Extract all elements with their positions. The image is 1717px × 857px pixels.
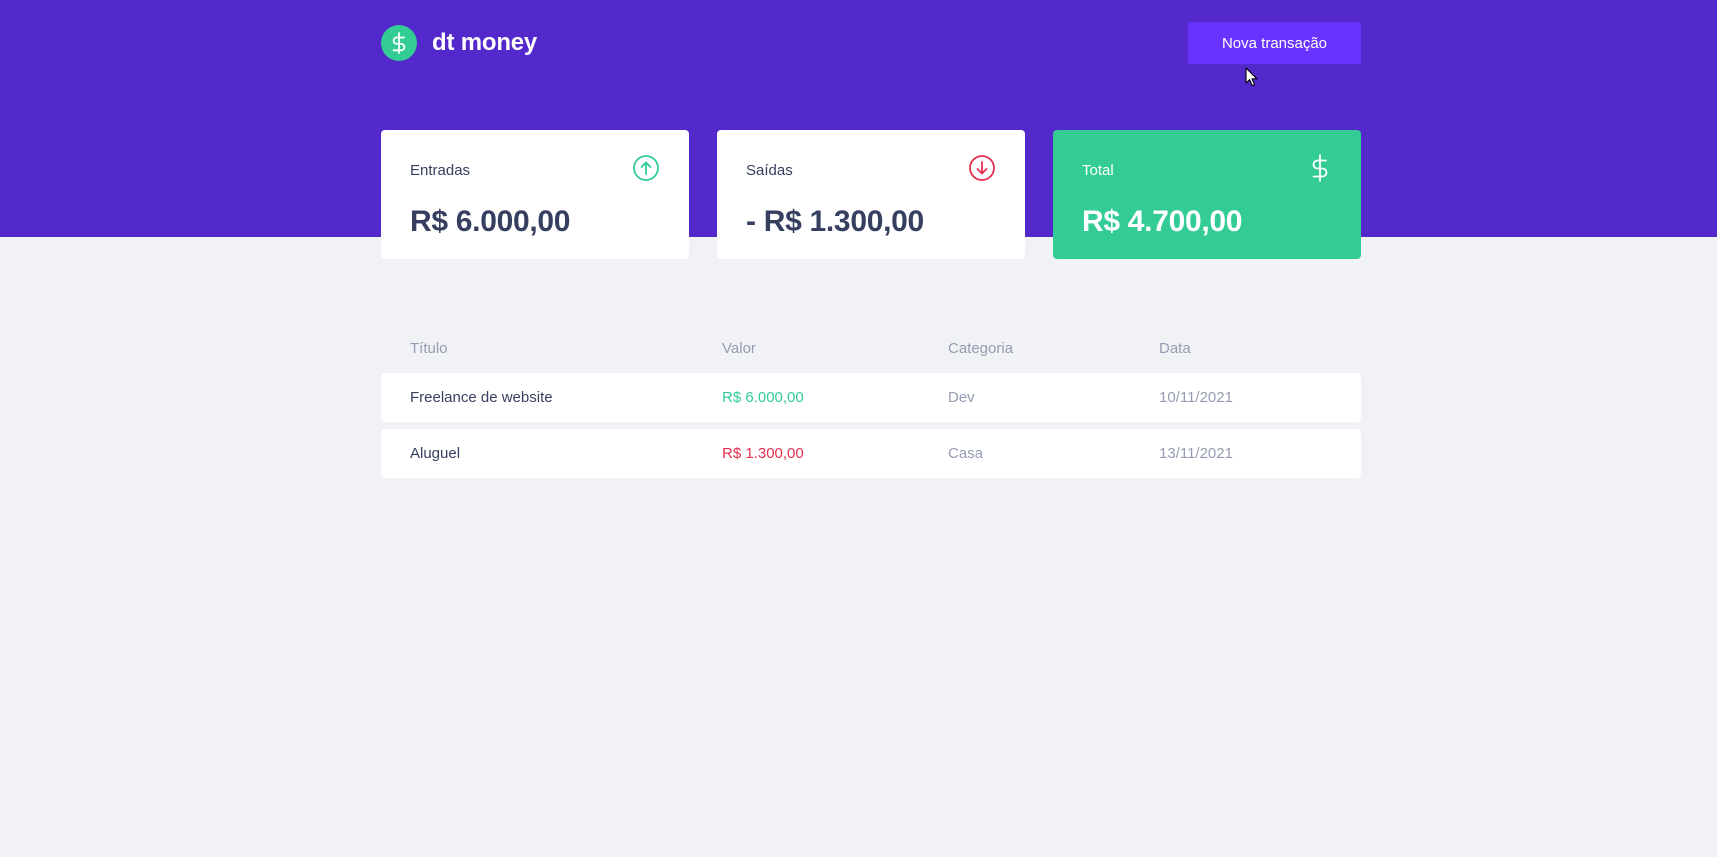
row-amount: R$ 1.300,00 — [722, 445, 804, 462]
header-title: Título — [410, 339, 448, 357]
total-value: R$ 4.700,00 — [1082, 205, 1243, 238]
header-category: Categoria — [948, 339, 1014, 357]
income-card: Entradas R$ 6.000,00 — [381, 130, 689, 259]
row-category: Dev — [948, 389, 975, 406]
row-title: Freelance de website — [410, 389, 553, 406]
dollar-sign-icon — [1308, 153, 1332, 188]
table-header: Título Valor Categoria Data — [381, 330, 1361, 366]
dollar-logo-icon — [381, 25, 417, 61]
mouse-cursor-icon — [1245, 67, 1259, 92]
row-date: 10/11/2021 — [1159, 389, 1233, 406]
top-bar: dt money Nova transação — [381, 22, 1361, 64]
transactions-table: Título Valor Categoria Data Freelance de… — [381, 330, 1361, 478]
header-date: Data — [1159, 339, 1191, 357]
new-transaction-button[interactable]: Nova transação — [1188, 22, 1361, 64]
row-date: 13/11/2021 — [1159, 445, 1233, 462]
app-title: dt money — [432, 29, 538, 56]
table-row[interactable]: Aluguel R$ 1.300,00 Casa 13/11/2021 — [381, 429, 1361, 478]
arrow-up-circle-icon — [632, 154, 660, 187]
total-label: Total — [1082, 161, 1114, 179]
row-title: Aluguel — [410, 445, 461, 462]
income-value: R$ 6.000,00 — [410, 205, 571, 238]
logo: dt money — [381, 25, 537, 61]
summary-cards: Entradas R$ 6.000,00 Saídas - R$ 1.300,0… — [381, 130, 1361, 259]
income-label: Entradas — [410, 161, 471, 179]
outcome-value: - R$ 1.300,00 — [746, 205, 924, 238]
arrow-down-circle-icon — [968, 154, 996, 187]
header-amount: Valor — [722, 339, 756, 357]
table-row[interactable]: Freelance de website R$ 6.000,00 Dev 10/… — [381, 373, 1361, 422]
outcome-card: Saídas - R$ 1.300,00 — [717, 130, 1025, 259]
row-category: Casa — [948, 445, 984, 462]
outcome-label: Saídas — [746, 161, 793, 179]
row-amount: R$ 6.000,00 — [722, 389, 804, 406]
total-card: Total R$ 4.700,00 — [1053, 130, 1361, 259]
